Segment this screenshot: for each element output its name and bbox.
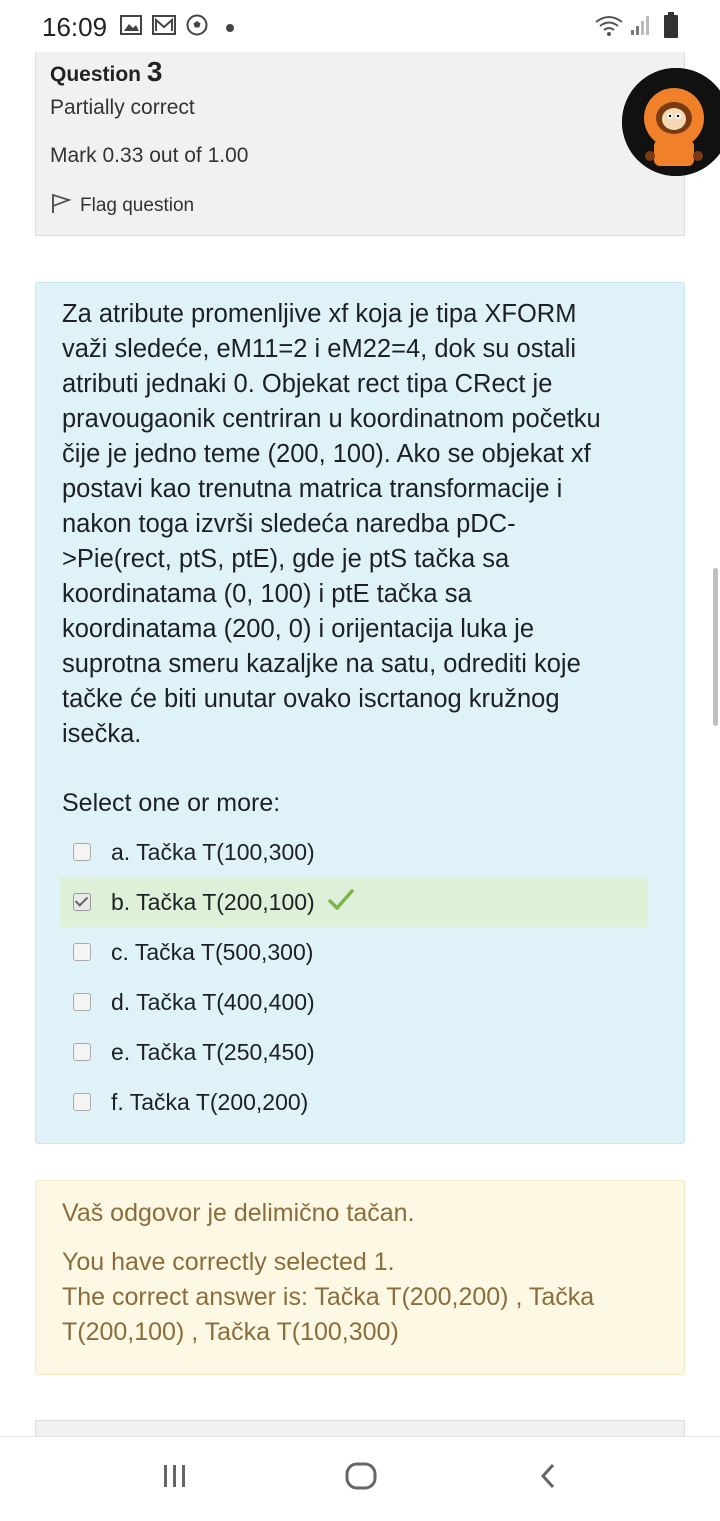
- checkmark-icon: [327, 888, 355, 917]
- answer-label: c. Tačka T(500,300): [111, 938, 314, 965]
- question-number-value: 3: [146, 56, 163, 87]
- mail-icon: [152, 14, 176, 41]
- flag-icon: [50, 192, 72, 220]
- answer-checkbox[interactable]: [73, 1043, 91, 1061]
- feedback-right-answer: You have correctly selected 1. The corre…: [62, 1245, 622, 1350]
- answer-option-c[interactable]: c. Tačka T(500,300): [60, 927, 648, 977]
- page-scrollbar[interactable]: [713, 568, 718, 726]
- answer-prompt: Select one or more:: [62, 789, 281, 817]
- answer-label: b. Tačka T(200,100): [111, 888, 315, 915]
- feedback-selected: You have correctly selected 1.: [62, 1248, 395, 1276]
- clock: 16:09: [42, 12, 108, 42]
- question-label: Question: [50, 63, 142, 86]
- notification-dot-icon: [226, 24, 234, 32]
- answer-label: a. Tačka T(100,300): [111, 838, 315, 865]
- feedback-partial: Vaš odgovor je delimično tačan.: [62, 1199, 415, 1227]
- wifi-icon: [594, 14, 624, 43]
- signal-icon: [630, 14, 650, 41]
- flag-question-label: Flag question: [80, 195, 195, 216]
- answer-option-a[interactable]: a. Tačka T(100,300): [60, 827, 648, 877]
- answer-checkbox-checked[interactable]: [73, 893, 91, 911]
- answer-option-d[interactable]: d. Tačka T(400,400): [60, 977, 648, 1027]
- back-icon[interactable]: [536, 1461, 560, 1496]
- question-text-card: Za atribute promenljive xf koja je tipa …: [35, 282, 685, 1144]
- answer-label: e. Tačka T(250,450): [111, 1038, 315, 1065]
- answer-option-e[interactable]: e. Tačka T(250,450): [60, 1027, 648, 1077]
- question-grade: Mark 0.33 out of 1.00: [50, 144, 249, 167]
- status-bar: 16:09: [0, 0, 720, 52]
- gallery-icon: [120, 14, 142, 41]
- floating-avatar-bubble[interactable]: [622, 68, 720, 176]
- answer-checkbox[interactable]: [73, 993, 91, 1011]
- answer-option-b[interactable]: b. Tačka T(200,100): [60, 877, 648, 927]
- answer-checkbox[interactable]: [73, 943, 91, 961]
- battery-icon: [664, 12, 678, 43]
- recent-apps-icon[interactable]: [160, 1461, 190, 1496]
- answer-checkbox[interactable]: [73, 1093, 91, 1111]
- avatar-image: [622, 68, 720, 176]
- navigation-bar: [0, 1436, 720, 1521]
- answer-list: a. Tačka T(100,300) b. Tačka T(200,100) …: [60, 827, 648, 1127]
- answer-checkbox[interactable]: [73, 843, 91, 861]
- question-info-card: Question 3 Partially correct Mark 0.33 o…: [35, 52, 685, 236]
- home-icon[interactable]: [344, 1461, 378, 1496]
- feedback-correct-answer: The correct answer is: Tačka T(200,200) …: [62, 1283, 595, 1346]
- flag-question-link[interactable]: Flag question: [50, 192, 194, 220]
- answer-label: f. Tačka T(200,200): [111, 1088, 309, 1115]
- answer-label: d. Tačka T(400,400): [111, 988, 315, 1015]
- question-text: Za atribute promenljive xf koja je tipa …: [62, 300, 601, 748]
- soccer-ball-icon: [186, 14, 208, 41]
- question-state: Partially correct: [50, 96, 195, 119]
- feedback-card: Vaš odgovor je delimično tačan. You have…: [35, 1180, 685, 1375]
- answer-option-f[interactable]: f. Tačka T(200,200): [60, 1077, 648, 1127]
- question-number: Question 3: [50, 56, 162, 88]
